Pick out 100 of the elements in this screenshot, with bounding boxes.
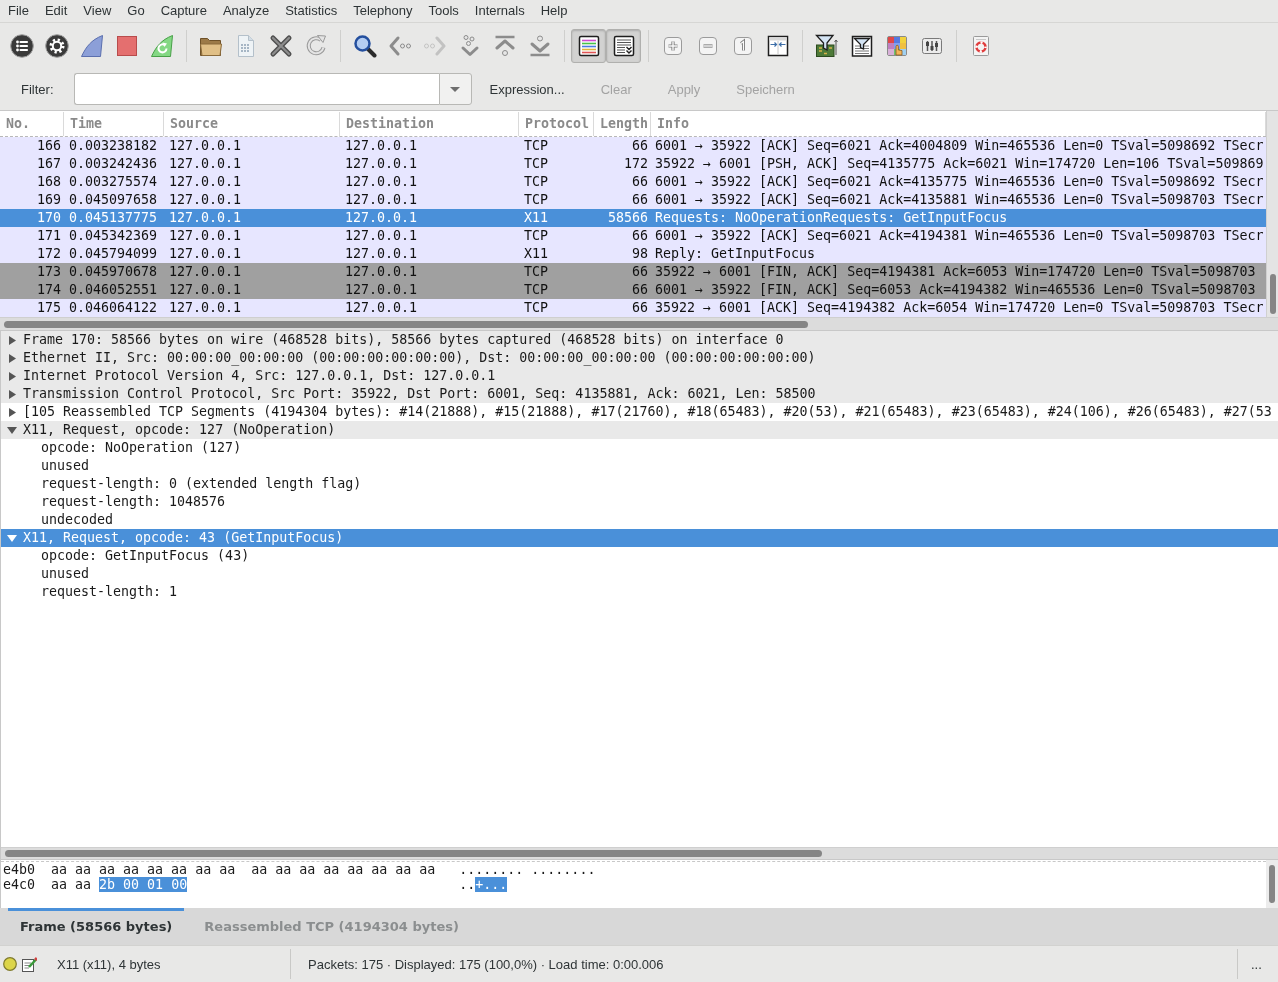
profile-label[interactable]: ... — [1251, 956, 1262, 972]
menu-item[interactable]: Edit — [36, 1, 76, 21]
caret-right-icon[interactable] — [9, 407, 16, 417]
ascii-text: +... — [475, 877, 508, 892]
table-cell-text: 35922 → 6001 [PSH, ACK] Seq=4135775 Ack=6021 Win=174720 Len=106 TSval=509869 — [654, 155, 1265, 173]
table-cell-text: 127.0.0.1 — [344, 281, 419, 299]
tree-item[interactable]: request-length: 1048576 — [41, 493, 226, 511]
tree-item[interactable]: X11, Request, opcode: 127 (NoOperation) — [1, 421, 1278, 439]
vertical-scrollbar[interactable] — [1266, 860, 1278, 908]
packet-row[interactable]: 172 0.045794099 127.0.0.1 127.0.0.1 X11 98 Reply: GetInputFocus — [0, 245, 1266, 263]
tree-item[interactable]: Ethernet II, Src: 00:00:00_00:00:00 (00:00:00:00:00:00), Dst: 00:00:00_00:00:00 (00:00:00:00:00:00) — [1, 349, 1278, 367]
packet-row[interactable]: 175 0.046064122 127.0.0.1 127.0.0.1 TCP 66 35922 → 6001 [ACK] Seq=4194382 Ack=6054 Win=174720 Len=0 TSval=5098703 TSecr — [0, 299, 1266, 317]
column-header[interactable]: Source — [164, 111, 340, 136]
horizontal-scrollbar[interactable] — [1, 847, 1278, 859]
table-cell-text: 0.003275574 — [68, 173, 159, 191]
table-cell-text: 170 — [35, 209, 62, 227]
table-cell-text: 127.0.0.1 — [168, 137, 243, 155]
packet-row[interactable]: 167 0.003242436 127.0.0.1 127.0.0.1 TCP 172 35922 → 6001 [PSH, ACK] Seq=4135775 Ack=6021 Win=174720 Len=106 TSval=509869 — [0, 155, 1266, 173]
packet-row[interactable]: 169 0.045097658 127.0.0.1 127.0.0.1 TCP 66 6001 → 35922 [ACK] Seq=6021 Ack=4135881 Win=465536 Len=0 TSval=5098703 TSecr — [0, 191, 1266, 209]
hex-offset: e4c0 — [3, 877, 36, 892]
tree-item[interactable]: [105 Reassembled TCP Segments (4194304 bytes): #14(21888), #15(21888), #17(21760), #18(65483), #20(53), #21(65483), #23(65483), #24(106), #26(65483), #27(53 — [5, 403, 1272, 421]
table-cell-text: 0.003238182 — [68, 137, 159, 155]
table-cell-text: 66 — [631, 173, 649, 191]
table-cell-text: 127.0.0.1 — [168, 227, 243, 245]
packet-row[interactable]: 173 0.045970678 127.0.0.1 127.0.0.1 TCP 66 35922 → 6001 [FIN, ACK] Seq=4194381 Ack=6053 Win=174720 Len=0 TSval=5098703 — [0, 263, 1266, 281]
menu-item[interactable]: File — [0, 1, 37, 21]
expression-button[interactable]: Expression... — [471, 73, 583, 105]
caret-right-icon[interactable] — [9, 335, 16, 345]
table-cell-text: TCP — [523, 155, 550, 173]
menu-item[interactable]: Help — [532, 1, 576, 21]
status-dot-icon[interactable] — [3, 957, 17, 971]
table-cell-text: 66 — [631, 137, 649, 155]
menu-item[interactable]: Analyze — [214, 1, 278, 21]
notepad-pencil-icon[interactable] — [22, 956, 37, 972]
table-cell-text: 0.045097658 — [68, 191, 159, 209]
scrollbar-thumb[interactable] — [1269, 274, 1276, 314]
table-cell-text: 166 — [35, 137, 62, 155]
menu-item[interactable]: Statistics — [277, 1, 346, 21]
table-cell-text: 127.0.0.1 — [168, 263, 243, 281]
table-cell-text: X11 — [523, 209, 550, 227]
table-cell-text: 127.0.0.1 — [344, 299, 419, 317]
table-cell-text: TCP — [523, 281, 550, 299]
menu-item[interactable]: Internals — [466, 1, 533, 21]
tree-item[interactable]: opcode: GetInputFocus (43) — [41, 547, 250, 565]
menu-item[interactable]: View — [75, 1, 120, 21]
menu-item[interactable]: Telephony — [345, 1, 421, 21]
table-cell-text: TCP — [523, 173, 550, 191]
horizontal-scrollbar[interactable] — [0, 317, 1278, 330]
packet-row[interactable]: 171 0.045342369 127.0.0.1 127.0.0.1 TCP 66 6001 → 35922 [ACK] Seq=6021 Ack=4194381 Win=465536 Len=0 TSval=5098703 TSecr — [0, 227, 1266, 245]
table-cell-text: 0.045342369 — [68, 227, 159, 245]
table-cell-text: 127.0.0.1 — [344, 245, 419, 263]
caret-right-icon[interactable] — [9, 353, 16, 363]
menu-item[interactable]: Tools — [420, 1, 467, 21]
hex-bytes: aa aa aa aa aa aa aa aa aa aa aa aa aa aa aa aa — [51, 862, 436, 877]
scrollbar-thumb[interactable] — [4, 320, 808, 328]
caret-right-icon[interactable] — [9, 389, 16, 399]
tree-item[interactable]: request-length: 0 (extended length flag) — [41, 475, 362, 493]
table-cell-text: 127.0.0.1 — [344, 263, 419, 281]
table-cell-text: Reply: GetInputFocus — [654, 245, 817, 263]
tree-item[interactable]: Transmission Control Protocol, Src Port: 35922, Dst Port: 6001, Seq: 4135881, Ack: 6021, Len: 58500 — [1, 385, 1278, 403]
table-cell-text: 172 — [622, 155, 649, 173]
filter-label: Filter: — [21, 81, 54, 97]
filter-input[interactable] — [73, 73, 439, 105]
table-cell-text: 127.0.0.1 — [344, 173, 419, 191]
table-cell-text: 172 — [35, 245, 62, 263]
tree-item[interactable]: Internet Protocol Version 4, Src: 127.0.0.1, Dst: 127.0.0.1 — [1, 367, 1278, 385]
tree-item[interactable]: Frame 170: 58566 bytes on wire (468528 bits), 58566 bytes captured (468528 bits) on interface 0 — [1, 331, 1278, 349]
tree-item[interactable]: request-length: 1 — [41, 583, 178, 601]
caret-right-icon[interactable] — [9, 371, 16, 381]
menu-item[interactable]: Capture — [152, 1, 215, 21]
table-cell-text: 174 — [35, 281, 62, 299]
scrollbar-thumb[interactable] — [5, 850, 822, 857]
caret-down-icon[interactable] — [7, 426, 17, 434]
caret-down-icon[interactable] — [7, 534, 17, 542]
table-cell-text: TCP — [523, 299, 550, 317]
table-cell-text: 35922 → 6001 [ACK] Seq=4194382 Ack=6054 Win=174720 Len=0 TSval=5098703 TSecr — [654, 299, 1265, 317]
ascii-text: ........ ........ — [459, 862, 596, 877]
tree-item[interactable]: unused — [41, 457, 90, 475]
table-cell-text: 66 — [631, 263, 649, 281]
tree-item[interactable]: undecoded — [41, 511, 114, 529]
vertical-scrollbar[interactable] — [1266, 111, 1278, 317]
table-cell-text: 171 — [35, 227, 62, 245]
dropdown-button[interactable] — [438, 73, 472, 105]
tree-item[interactable]: opcode: NoOperation (127) — [41, 439, 242, 457]
packet-row[interactable]: 168 0.003275574 127.0.0.1 127.0.0.1 TCP 66 6001 → 35922 [ACK] Seq=6021 Ack=4135775 Win=465536 Len=0 TSval=5098692 TSecr — [0, 173, 1266, 191]
table-cell-text: 127.0.0.1 — [168, 191, 243, 209]
table-cell-text: 167 — [35, 155, 62, 173]
table-cell-text: 173 — [35, 263, 62, 281]
table-cell-text: 168 — [35, 173, 62, 191]
menu-item[interactable]: Go — [119, 1, 153, 21]
table-cell-text: TCP — [523, 191, 550, 209]
packet-row[interactable]: 174 0.046052551 127.0.0.1 127.0.0.1 TCP 66 6001 → 35922 [FIN, ACK] Seq=6053 Ack=4194382 Win=465536 Len=0 TSval=5098703 — [0, 281, 1266, 299]
table-cell-text: 127.0.0.1 — [168, 281, 243, 299]
scrollbar-thumb[interactable] — [1269, 865, 1275, 903]
table-cell-text: 0.003242436 — [68, 155, 159, 173]
table-cell-text: 127.0.0.1 — [344, 227, 419, 245]
table-cell-text: TCP — [523, 263, 550, 281]
packet-row[interactable]: 166 0.003238182 127.0.0.1 127.0.0.1 TCP 66 6001 → 35922 [ACK] Seq=6021 Ack=4004809 Win=465536 Len=0 TSval=5098692 TSecr — [0, 137, 1266, 155]
table-cell-text: 35922 → 6001 [FIN, ACK] Seq=4194381 Ack=6053 Win=174720 Len=0 TSval=5098703 — [654, 263, 1257, 281]
tree-item[interactable]: unused — [41, 565, 90, 583]
